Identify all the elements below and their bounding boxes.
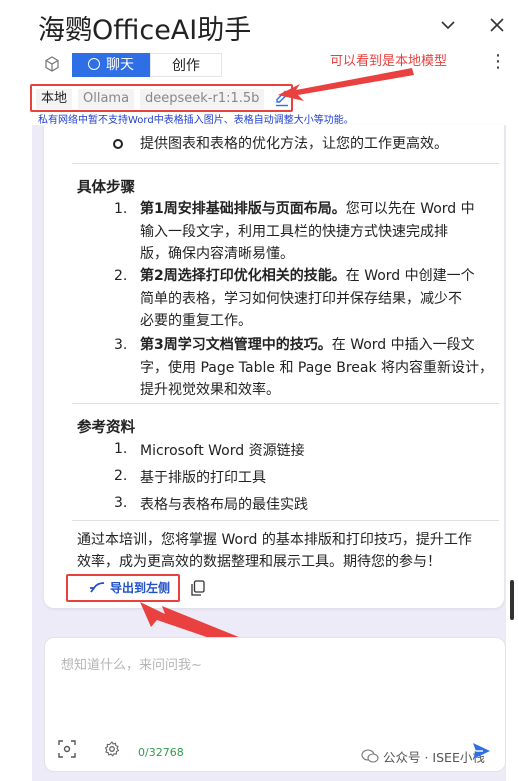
references-heading: 参考资料 [77, 420, 135, 436]
divider [72, 520, 499, 521]
step-text: 在 Word 中创建一个 [345, 268, 475, 284]
step-title: 第3周学习文档管理中的技巧。 [140, 337, 332, 353]
summary-line: 通过本培训，您将掌握 Word 的基本排版和打印技巧，提升工作 [77, 532, 472, 548]
step-item: 第1周安排基础排版与页面布局。您可以先在 Word 中 输入一段文字，利用工具栏… [140, 198, 500, 266]
ref-number: 1. [114, 441, 128, 457]
export-arrow-icon [90, 582, 105, 593]
model-name[interactable]: deepseek-r1:1.5b [140, 89, 265, 109]
annotation-arrow-top [278, 68, 414, 101]
summary-text: 通过本培训，您将掌握 Word 的基本排版和打印技巧，提升工作 效率，成为更高效… [77, 529, 502, 573]
step-text: 输入一段文字，利用工具栏的快捷方式快速完成排 [140, 223, 448, 240]
screenshot-scan-icon[interactable] [58, 740, 76, 758]
private-network-warning: 私有网络中暂不支持Word中表格插入图片、表格自动调整大小等功能。 [38, 115, 354, 126]
step-item: 第2周选择打印优化相关的技能。在 Word 中创建一个 简单的表格，学习如何快速… [140, 265, 500, 333]
step-text: 提升视觉效果和效率。 [140, 382, 280, 398]
app-title: 海鹦OfficeAI助手 [38, 15, 252, 46]
list-item: 提供图表和表格的优化方法，让您的工作更高效。 [140, 136, 448, 152]
send-icon[interactable] [471, 741, 491, 761]
step-text: 在 Word 中插入一段文 [331, 337, 475, 353]
cube-icon[interactable] [43, 55, 61, 73]
step-number: 1. [114, 201, 128, 217]
bullet-circle-icon [113, 139, 123, 149]
chevron-down-icon[interactable] [437, 14, 459, 36]
export-label: 导出到左侧 [110, 581, 171, 595]
char-counter: 0/32768 [138, 746, 184, 759]
reference-item: 表格与表格布局的最佳实践 [140, 497, 308, 513]
gear-icon[interactable] [104, 741, 120, 757]
tab-chat-label: 聊天 [106, 57, 134, 73]
tab-chat[interactable]: 聊天 [72, 53, 150, 77]
reference-link[interactable]: Microsoft Word 资源链接 [140, 440, 305, 460]
step-item: 第3周学习文档管理中的技巧。在 Word 中插入一段文 字，使用 Page Ta… [140, 334, 500, 402]
step-text: 字，使用 Page Table 和 Page Break 将内容重新设计， [140, 359, 494, 376]
tab-create-label: 创作 [172, 58, 200, 74]
tab-create[interactable]: 创作 [150, 53, 222, 77]
scroll-track[interactable] [506, 0, 519, 781]
scrollbar-thumb[interactable] [510, 580, 514, 620]
chat-input-placeholder[interactable]: 想知道什么，来问问我~ [61, 654, 202, 673]
annotation-note: 可以看到是本地模型 [330, 54, 448, 69]
step-text: 您可以先在 Word 中 [345, 201, 475, 217]
export-to-left-button[interactable]: 导出到左侧 [66, 574, 180, 602]
wechat-logo-icon [361, 749, 379, 763]
divider [72, 163, 499, 164]
model-selector[interactable]: 本地 Ollama deepseek-r1:1.5b [30, 84, 293, 112]
step-text: 简单的表格，学习如何快速打印并保存结果，减少不 [140, 290, 462, 307]
model-provider[interactable]: Ollama [78, 89, 135, 109]
divider [72, 403, 499, 404]
chat-bubble-icon [88, 58, 100, 70]
app-header: 海鹦OfficeAI助手 [0, 0, 519, 50]
step-number: 3. [114, 337, 128, 353]
step-text: 版，确保内容清晰易懂。 [140, 246, 294, 262]
edit-pencil-icon[interactable] [274, 89, 290, 107]
close-icon[interactable] [486, 14, 508, 36]
step-title: 第2周选择打印优化相关的技能。 [140, 268, 346, 284]
step-text: 必要的重复工作。 [140, 313, 252, 329]
copy-icon[interactable] [191, 580, 205, 596]
watermark: 公众号 · ISEE小栈 [383, 750, 485, 765]
step-title: 第1周安排基础排版与页面布局。 [140, 201, 346, 217]
steps-heading: 具体步骤 [77, 180, 135, 196]
reference-item: 基于排版的打印工具 [140, 470, 266, 486]
step-number: 2. [114, 268, 128, 284]
ref-number: 3. [114, 495, 128, 511]
kebab-menu-icon[interactable]: ⋮ [489, 52, 507, 72]
model-scope[interactable]: 本地 [36, 89, 73, 109]
ref-number: 2. [114, 468, 128, 484]
summary-line: 效率，成为更高效的数据整理和展示工具。期待您的参与！ [77, 554, 441, 570]
